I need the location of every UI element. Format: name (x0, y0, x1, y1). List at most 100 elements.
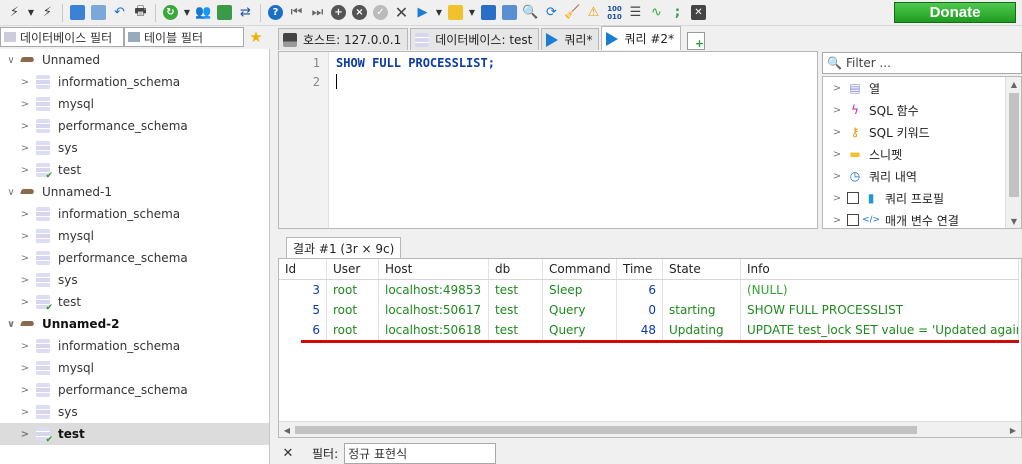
replace-icon[interactable]: ⟳ (541, 2, 562, 23)
chevron-right-icon[interactable]: > (18, 429, 32, 440)
tree-database[interactable]: > sys (0, 401, 269, 423)
connect-icon[interactable]: ⚡ (4, 2, 25, 23)
chevron-down-icon[interactable]: ∨ (4, 55, 18, 66)
help-icon[interactable]: ? (265, 2, 286, 23)
chevron-down-icon[interactable]: ▼ (466, 2, 478, 23)
column-header[interactable]: Command (543, 259, 617, 279)
helper-item[interactable]: > ◷ 쿼리 내역 (823, 165, 1021, 187)
table-cell[interactable]: UPDATE test_lock SET value = 'Updated ag… (741, 320, 1019, 340)
find-icon[interactable]: 🔍 (520, 2, 541, 23)
sql-editor[interactable]: 1 2 SHOW FULL PROCESSLIST; (278, 51, 818, 229)
chevron-right-icon[interactable]: > (18, 209, 32, 220)
table-cell[interactable]: root (327, 300, 379, 320)
tree-database[interactable]: > mysql (0, 225, 269, 247)
table-filter-input[interactable]: 테이블 필터 (124, 27, 244, 47)
undo-icon[interactable]: ↶ (109, 2, 130, 23)
chevron-right-icon[interactable]: > (831, 149, 843, 160)
column-header[interactable]: Host (379, 259, 489, 279)
table-cell[interactable]: root (327, 280, 379, 300)
scroll-thumb[interactable] (1009, 93, 1019, 197)
table-cell[interactable]: localhost:50618 (379, 320, 489, 340)
cancel-icon[interactable]: ✕ (391, 2, 412, 23)
checkbox[interactable] (847, 214, 859, 226)
helper-item[interactable]: > ▬ 스니펫 (823, 143, 1021, 165)
column-header[interactable]: Time (617, 259, 663, 279)
close-icon[interactable]: ✕ (688, 2, 709, 23)
chevron-right-icon[interactable]: > (18, 363, 32, 374)
checkbox[interactable] (847, 192, 859, 204)
chevron-right-icon[interactable]: > (18, 275, 32, 286)
scroll-down-icon[interactable]: ▼ (1006, 214, 1021, 228)
chevron-right-icon[interactable]: > (18, 297, 32, 308)
table-cell[interactable]: starting (663, 300, 741, 320)
tree-database[interactable]: > test (0, 159, 269, 181)
table-cell[interactable]: 48 (617, 320, 663, 340)
helper-item[interactable]: > ▮ 쿼리 프로필 (823, 187, 1021, 209)
database-tree[interactable]: ∨ Unnamed > information_schema > mysql > perfor… (0, 49, 270, 464)
chevron-right-icon[interactable]: > (831, 193, 843, 204)
table-cell[interactable]: SHOW FULL PROCESSLIST (741, 300, 1019, 320)
table-cell[interactable]: test (489, 320, 543, 340)
tree-database[interactable]: > information_schema (0, 203, 269, 225)
warning-icon[interactable]: ⚠ (583, 2, 604, 23)
query-tab[interactable]: 데이터베이스: test (410, 28, 540, 50)
query-icon[interactable] (499, 2, 520, 23)
column-header[interactable]: Id (279, 259, 327, 279)
helper-item[interactable]: > </> 매개 변수 연결 (823, 209, 1021, 228)
chevron-right-icon[interactable]: > (18, 341, 32, 352)
table-cell[interactable]: 0 (617, 300, 663, 320)
table-cell[interactable]: 3 (279, 280, 327, 300)
chevron-right-icon[interactable]: > (18, 121, 32, 132)
table-cell[interactable]: localhost:49853 (379, 280, 489, 300)
sync-icon[interactable]: ∿ (646, 2, 667, 23)
query-tab[interactable]: 쿼리 #2* (601, 26, 682, 50)
tree-database[interactable]: > performance_schema (0, 115, 269, 137)
open-folder-icon[interactable] (445, 2, 466, 23)
binary-icon[interactable]: 100 010 (604, 2, 625, 23)
sql-code[interactable]: SHOW FULL PROCESSLIST; (336, 56, 495, 70)
chevron-down-icon[interactable]: ∨ (4, 187, 18, 198)
transfer-icon[interactable]: ⇄ (235, 2, 256, 23)
helper-item[interactable]: > ⚷ SQL 키워드 (823, 121, 1021, 143)
table-cell[interactable]: 6 (279, 320, 327, 340)
chevron-right-icon[interactable]: > (18, 143, 32, 154)
table-cell[interactable]: Sleep (543, 280, 617, 300)
column-header[interactable]: db (489, 259, 543, 279)
helper-item[interactable]: > ϟ SQL 함수 (823, 99, 1021, 121)
table-cell[interactable]: 5 (279, 300, 327, 320)
star-icon[interactable]: ★ (244, 28, 268, 46)
tree-database[interactable]: > performance_schema (0, 379, 269, 401)
chevron-right-icon[interactable]: > (18, 165, 32, 176)
table-cell[interactable] (663, 280, 741, 300)
chevron-right-icon[interactable]: > (831, 127, 843, 138)
tree-server[interactable]: ∨ Unnamed-2 (0, 313, 269, 335)
new-query-tab-icon[interactable]: + (687, 32, 706, 50)
tree-server[interactable]: ∨ Unnamed (0, 49, 269, 71)
tree-database[interactable]: > information_schema (0, 335, 269, 357)
helper-item[interactable]: > ▤ 열 (823, 77, 1021, 99)
chevron-right-icon[interactable]: > (831, 215, 843, 226)
scroll-left-icon[interactable]: ◀ (279, 422, 295, 437)
chevron-down-icon[interactable]: ▼ (433, 2, 445, 23)
chevron-right-icon[interactable]: > (18, 407, 32, 418)
result-grid[interactable]: Id User Host db Command Time State Info 3 root lo… (278, 258, 1022, 438)
tree-database[interactable]: > test (0, 291, 269, 313)
donate-button[interactable]: Donate (894, 2, 1016, 23)
table-cell[interactable]: 6 (617, 280, 663, 300)
apply-icon[interactable]: ✓ (370, 2, 391, 23)
save-icon[interactable] (478, 2, 499, 23)
wrap-icon[interactable]: ☰ (625, 2, 646, 23)
run-icon[interactable]: ▶ (412, 2, 433, 23)
chevron-down-icon[interactable]: ▼ (181, 2, 193, 23)
print-icon[interactable]: 🖶 (130, 2, 151, 23)
tree-database[interactable]: > information_schema (0, 71, 269, 93)
refresh-icon[interactable]: ↻ (160, 2, 181, 23)
chevron-right-icon[interactable]: > (18, 385, 32, 396)
table-cell[interactable]: localhost:50617 (379, 300, 489, 320)
export-icon[interactable] (214, 2, 235, 23)
tree-database[interactable]: > sys (0, 137, 269, 159)
separator-icon[interactable]: ; (667, 2, 688, 23)
query-tab[interactable]: 호스트: 127.0.0.1 (278, 28, 409, 50)
chevron-right-icon[interactable]: > (18, 99, 32, 110)
paste-icon[interactable] (88, 2, 109, 23)
